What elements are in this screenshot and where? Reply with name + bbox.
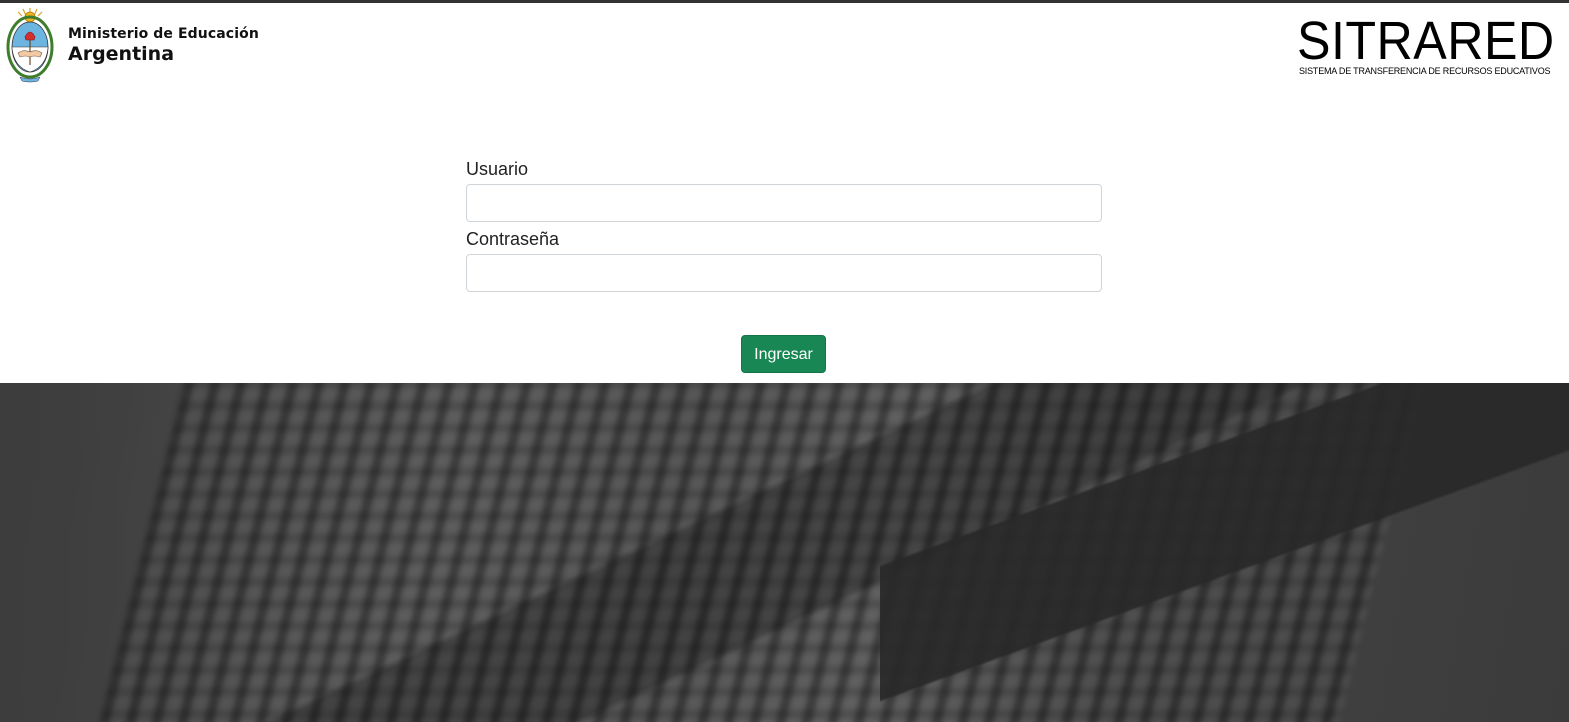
background-dark-band — [880, 380, 1569, 722]
ministry-line1: Ministerio de Educación — [68, 26, 259, 42]
login-form: Usuario Contraseña — [466, 159, 1102, 299]
password-input[interactable] — [466, 254, 1102, 292]
sitrared-logo-title: SITRARED — [1297, 11, 1555, 71]
ministry-brand[interactable]: Ministerio de Educación Argentina — [6, 7, 259, 83]
ministry-line2: Argentina — [68, 43, 175, 65]
sitrared-logo: SITRARED SISTEMA DE TRANSFERENCIA DE REC… — [1297, 11, 1559, 76]
argentina-coat-of-arms-icon — [6, 7, 54, 83]
ministry-name: Ministerio de Educación Argentina — [68, 27, 259, 64]
login-page: Ministerio de Educación Argentina SITRAR… — [0, 0, 1569, 722]
login-submit-button[interactable]: Ingresar — [741, 335, 826, 373]
username-label: Usuario — [466, 159, 529, 179]
login-panel: Ministerio de Educación Argentina SITRAR… — [0, 3, 1569, 383]
submit-row: Ingresar — [0, 335, 1569, 373]
password-label: Contraseña — [466, 229, 560, 249]
username-input[interactable] — [466, 184, 1102, 222]
